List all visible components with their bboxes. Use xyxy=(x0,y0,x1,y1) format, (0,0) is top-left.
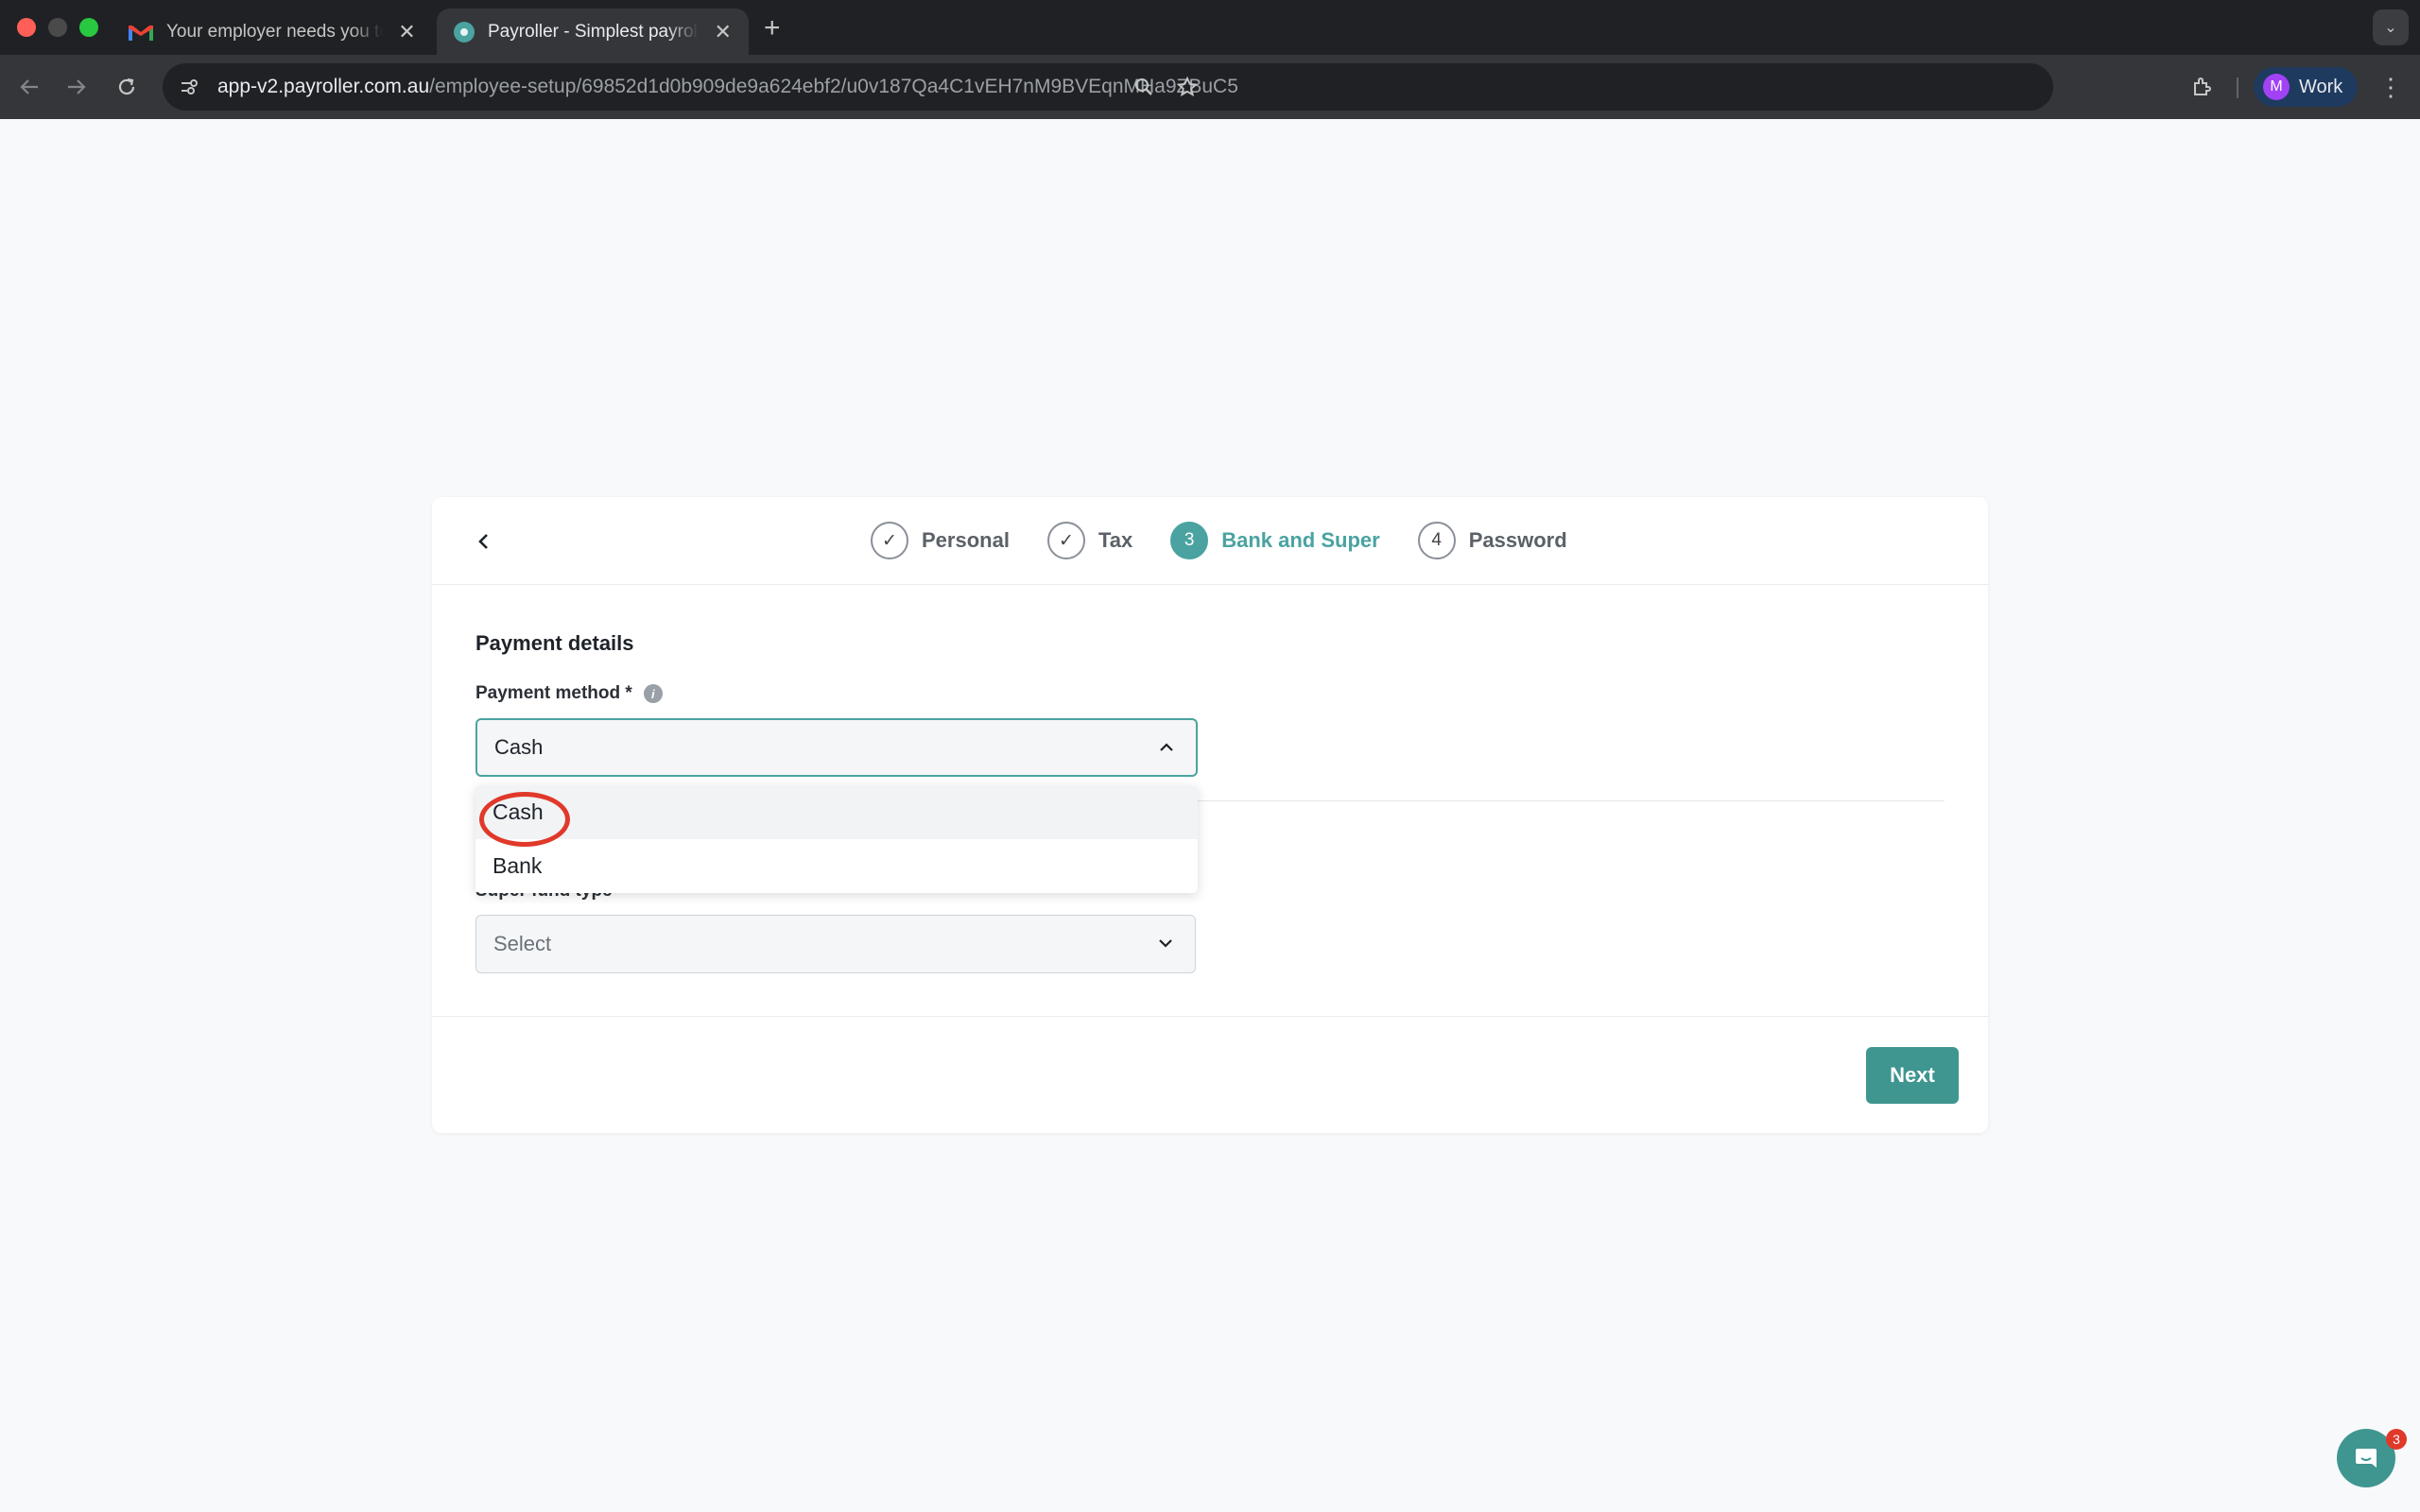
super-fund-type-select[interactable]: Select xyxy=(475,915,1196,973)
extensions-icon[interactable] xyxy=(2184,69,2220,105)
browser-tab-bar: Your employer needs you to fill ✕ Payrol… xyxy=(0,0,2420,55)
card-header: ✓ Personal ✓ Tax 3 Bank and Super 4 Pass… xyxy=(432,497,1988,585)
step-password[interactable]: 4 Password xyxy=(1417,522,1567,559)
step-number: 3 xyxy=(1170,522,1209,559)
profile-name: Work xyxy=(2299,76,2343,97)
employee-setup-card: ✓ Personal ✓ Tax 3 Bank and Super 4 Pass… xyxy=(432,497,1988,1133)
close-window-button[interactable] xyxy=(17,18,36,37)
tab-title: Your employer needs you to fill xyxy=(166,21,383,42)
url-path: /employee-setup/69852d1d0b909de9a624ebf2… xyxy=(429,76,1238,97)
gmail-icon xyxy=(129,25,153,41)
url-text: app-v2.payroller.com.au/employee-setup/6… xyxy=(217,76,1238,98)
browser-tab-payroller[interactable]: Payroller - Simplest payroll so ✕ xyxy=(437,9,749,55)
step-personal[interactable]: ✓ Personal xyxy=(871,522,1010,559)
avatar: M xyxy=(2263,74,2290,100)
payment-method-dropdown: Cash Bank xyxy=(475,785,1198,893)
minimize-window-button[interactable] xyxy=(48,18,67,37)
option-bank[interactable]: Bank xyxy=(475,839,1198,893)
forward-arrow-icon[interactable] xyxy=(59,69,95,105)
close-tab-icon[interactable]: ✕ xyxy=(714,20,732,44)
check-icon: ✓ xyxy=(871,522,908,559)
step-label: Password xyxy=(1468,528,1567,552)
step-label: Bank and Super xyxy=(1221,528,1380,552)
maximize-window-button[interactable] xyxy=(79,18,98,37)
footer-divider xyxy=(432,1016,1988,1017)
bookmark-star-icon[interactable] xyxy=(1170,70,1204,104)
step-number: 4 xyxy=(1417,522,1456,559)
payment-method-label: Payment method * i xyxy=(475,683,663,704)
zoom-icon[interactable] xyxy=(1127,70,1161,104)
address-bar[interactable]: app-v2.payroller.com.au/employee-setup/6… xyxy=(163,63,2053,111)
info-icon[interactable]: i xyxy=(643,684,663,703)
super-fund-type-value: Select xyxy=(493,932,552,955)
payment-method-select[interactable]: Cash xyxy=(475,718,1198,777)
profile-button[interactable]: M Work xyxy=(2254,67,2358,107)
step-tax[interactable]: ✓ Tax xyxy=(1046,522,1133,559)
chevron-up-icon xyxy=(1160,743,1173,751)
close-tab-icon[interactable]: ✕ xyxy=(398,20,416,44)
new-tab-icon[interactable]: + xyxy=(764,12,781,44)
option-cash[interactable]: Cash xyxy=(475,785,1198,839)
back-arrow-icon[interactable] xyxy=(11,69,47,105)
payment-method-label-text: Payment method * xyxy=(475,683,632,703)
browser-tab-gmail[interactable]: Your employer needs you to fill ✕ xyxy=(112,9,433,55)
notification-badge: 3 xyxy=(2386,1429,2407,1450)
section-title: Payment details xyxy=(475,631,634,655)
tab-search-icon[interactable]: ⌄ xyxy=(2373,9,2409,45)
divider xyxy=(1198,800,1945,801)
back-button[interactable] xyxy=(468,525,500,558)
url-host: app-v2.payroller.com.au xyxy=(217,76,430,97)
browser-toolbar: app-v2.payroller.com.au/employee-setup/6… xyxy=(0,55,2420,119)
step-bank-and-super[interactable]: 3 Bank and Super xyxy=(1170,522,1380,559)
payment-method-value: Cash xyxy=(494,735,544,759)
reload-icon[interactable] xyxy=(109,69,145,105)
check-icon: ✓ xyxy=(1046,522,1085,559)
toolbar-divider xyxy=(2237,77,2238,98)
tab-title: Payroller - Simplest payroll so xyxy=(488,21,700,42)
browser-menu-icon[interactable]: ⋮ xyxy=(2373,69,2409,105)
step-label: Tax xyxy=(1098,528,1133,552)
chevron-down-icon xyxy=(1159,939,1172,948)
step-label: Personal xyxy=(922,528,1010,552)
setup-stepper: ✓ Personal ✓ Tax 3 Bank and Super 4 Pass… xyxy=(871,520,1605,561)
site-info-icon[interactable] xyxy=(172,70,206,104)
chat-icon xyxy=(2356,1449,2377,1468)
next-button[interactable]: Next xyxy=(1866,1047,1959,1104)
payroller-icon xyxy=(454,21,475,43)
chevron-left-icon xyxy=(478,534,488,549)
